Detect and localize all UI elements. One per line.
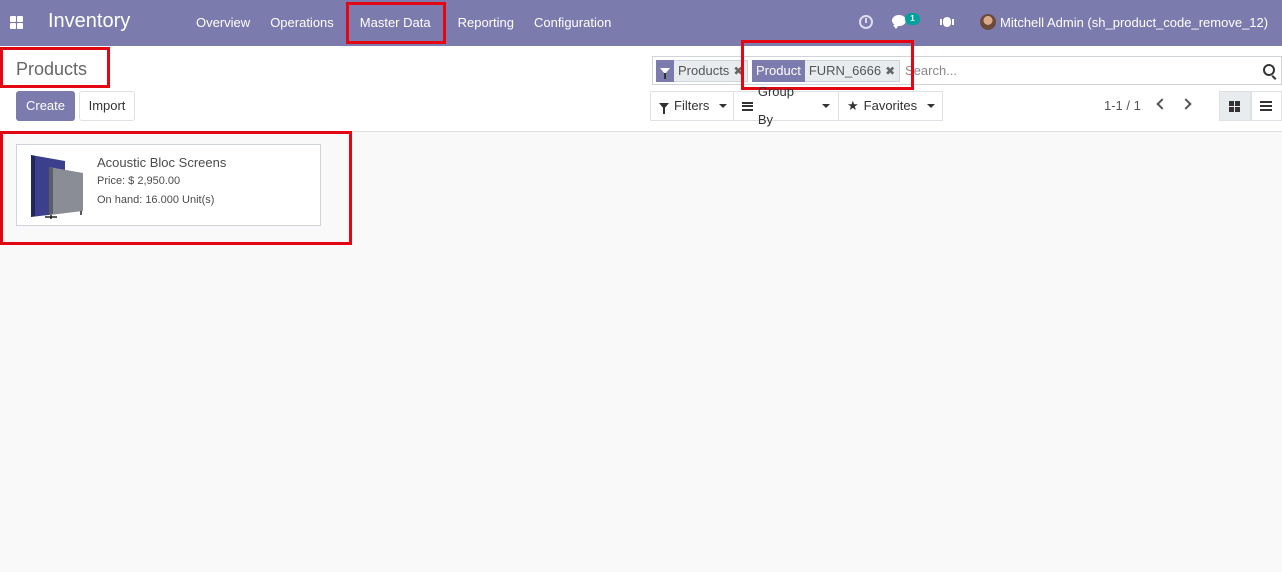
product-price: Price: $ 2,950.00 bbox=[97, 175, 181, 187]
facet-filter-label bbox=[656, 60, 674, 82]
import-button[interactable]: Import bbox=[79, 91, 135, 121]
chat-icon[interactable] bbox=[892, 15, 906, 29]
activity-clock-icon[interactable] bbox=[859, 15, 873, 29]
kanban-icon bbox=[1229, 100, 1241, 112]
product-card[interactable]: Acoustic Bloc Screens Price: $ 2,950.00 … bbox=[16, 144, 321, 226]
view-switcher bbox=[1219, 91, 1282, 121]
chat-count-badge: 1 bbox=[905, 13, 920, 25]
favorites-dropdown[interactable]: ★ Favorites bbox=[838, 91, 943, 121]
pager-previous-icon[interactable] bbox=[1156, 98, 1168, 110]
list-icon bbox=[1260, 101, 1273, 111]
pager-next-icon[interactable] bbox=[1180, 98, 1192, 110]
product-onhand: On hand: 16.000 Unit(s) bbox=[97, 194, 215, 206]
user-avatar[interactable] bbox=[980, 14, 996, 30]
search-input[interactable] bbox=[903, 57, 1263, 84]
user-menu[interactable]: Mitchell Admin (sh_product_code_remove_1… bbox=[1000, 15, 1268, 30]
filter-icon bbox=[659, 103, 669, 114]
menu-operations[interactable]: Operations bbox=[260, 0, 344, 46]
groupby-icon bbox=[742, 101, 753, 111]
star-icon: ★ bbox=[847, 98, 859, 113]
menu-overview[interactable]: Overview bbox=[186, 0, 260, 46]
product-name[interactable]: Acoustic Bloc Screens bbox=[97, 155, 226, 170]
debug-bug-icon[interactable] bbox=[940, 14, 954, 28]
control-panel: Products Create Import Products ✖ Produc… bbox=[0, 40, 1282, 132]
main-menu: Overview Operations Master Data Reportin… bbox=[186, 0, 621, 46]
app-brand[interactable]: Inventory bbox=[48, 10, 130, 33]
filters-dropdown[interactable]: Filters bbox=[650, 91, 734, 121]
menu-master-data[interactable]: Master Data bbox=[344, 0, 448, 46]
filter-funnel-icon bbox=[660, 68, 670, 79]
caret-down-icon bbox=[822, 104, 830, 108]
groupby-dropdown[interactable]: Group By bbox=[733, 84, 839, 127]
facet-filter: Products ✖ bbox=[656, 60, 749, 82]
create-button[interactable]: Create bbox=[16, 91, 75, 121]
caret-down-icon bbox=[719, 104, 728, 108]
menu-reporting[interactable]: Reporting bbox=[448, 0, 524, 46]
list-view-button[interactable] bbox=[1250, 91, 1282, 121]
kanban-view-button[interactable] bbox=[1219, 91, 1251, 121]
top-navbar: Inventory Overview Operations Master Dat… bbox=[0, 0, 1282, 46]
menu-configuration[interactable]: Configuration bbox=[524, 0, 621, 46]
caret-down-icon bbox=[927, 104, 936, 108]
facet-filter-value: Products bbox=[678, 63, 730, 78]
pager-value[interactable]: 1-1 / 1 bbox=[1104, 98, 1141, 113]
page-title: Products bbox=[16, 59, 88, 79]
product-image bbox=[31, 155, 83, 219]
apps-menu-icon[interactable] bbox=[10, 16, 23, 29]
search-icon[interactable] bbox=[1263, 64, 1275, 76]
